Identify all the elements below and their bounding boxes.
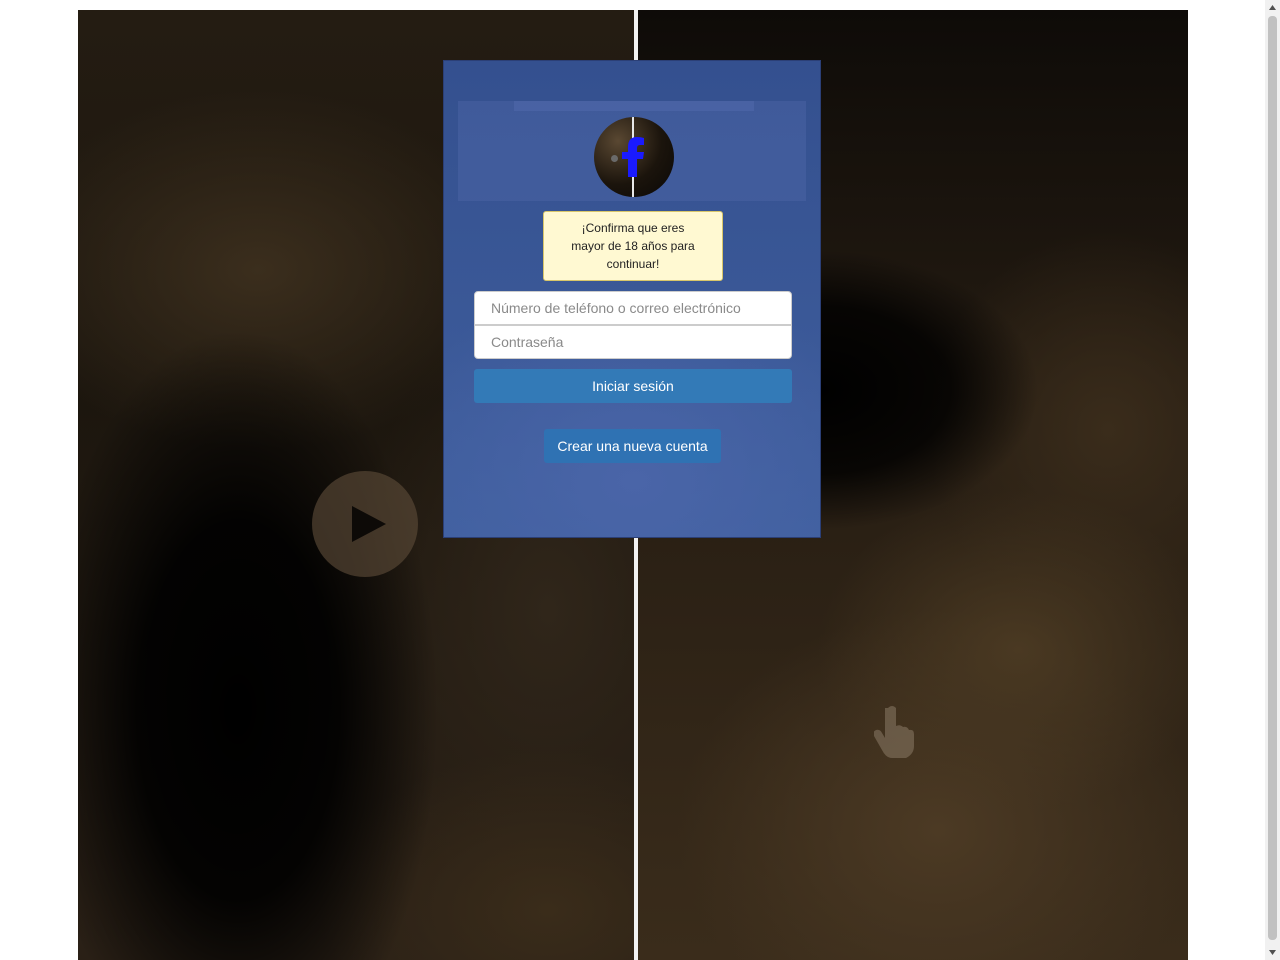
play-icon [352,506,386,542]
modal-header-stripe [514,101,754,111]
play-button[interactable] [312,471,418,577]
phone-email-input[interactable] [474,291,792,325]
scroll-down-arrow-icon[interactable] [1265,945,1280,960]
vertical-scrollbar[interactable] [1265,0,1280,960]
hand-cursor-icon [873,704,914,763]
password-input[interactable] [474,325,792,359]
logo [594,117,674,197]
facebook-f-icon [594,117,674,197]
page: ¡Confirma que eres mayor de 18 años para… [0,0,1280,960]
scroll-up-arrow-icon[interactable] [1265,0,1280,15]
login-button[interactable]: Iniciar sesión [474,369,792,403]
notice-text: ¡Confirma que eres mayor de 18 años para… [571,221,695,271]
create-account-button[interactable]: Crear una nueva cuenta [544,429,721,463]
scrollbar-thumb[interactable] [1268,16,1277,940]
login-modal: ¡Confirma que eres mayor de 18 años para… [443,60,821,538]
age-confirmation-notice: ¡Confirma que eres mayor de 18 años para… [543,211,723,281]
